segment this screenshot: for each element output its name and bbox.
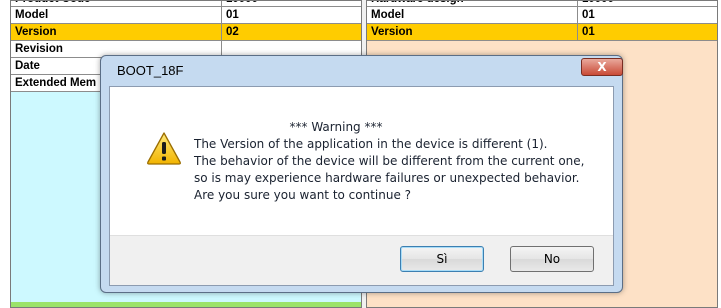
status-strip xyxy=(11,302,361,307)
message-line: so is may experience hardware failures o… xyxy=(194,171,580,185)
row-label: Model xyxy=(15,9,49,21)
row-value: 01 xyxy=(582,26,595,38)
warning-icon xyxy=(147,132,181,165)
warning-dialog: BOOT_18F X *** Warning *** The Version o… xyxy=(100,55,623,293)
column-divider xyxy=(221,1,222,6)
row-label: Date xyxy=(15,60,40,72)
row-label: Version xyxy=(15,26,57,38)
column-divider xyxy=(577,24,578,40)
button-bar: Sì No xyxy=(110,235,613,285)
column-divider xyxy=(221,7,222,23)
row-label: Hardware design xyxy=(371,1,464,6)
message-line: Are you sure you want to continue ? xyxy=(194,188,412,202)
row-value: 01 xyxy=(226,9,239,21)
row-label: Revision xyxy=(15,43,63,55)
row-label: Version xyxy=(371,26,413,38)
column-divider xyxy=(221,24,222,40)
row-label: Extended Mem xyxy=(15,77,97,89)
row-label: Product Code xyxy=(15,1,90,6)
message-header: *** Warning *** xyxy=(289,120,383,134)
table-row: Model 01 xyxy=(11,7,361,24)
row-value: 10000 xyxy=(582,1,614,6)
column-divider xyxy=(577,7,578,23)
row-value: 01 xyxy=(582,9,595,21)
column-divider xyxy=(577,1,578,6)
table-row: Version 02 xyxy=(11,24,361,41)
right-info-table: Hardware design 10000 Model 01 Version 01 xyxy=(367,1,717,41)
close-icon: X xyxy=(597,60,607,74)
table-row: Version 01 xyxy=(367,24,717,41)
dialog-title: BOOT_18F xyxy=(117,63,184,78)
yes-button[interactable]: Sì xyxy=(400,246,484,272)
row-value: 10000 xyxy=(226,1,258,6)
warning-message: *** Warning *** The Version of the appli… xyxy=(194,119,584,204)
table-row: Model 01 xyxy=(367,7,717,24)
dialog-body: *** Warning *** The Version of the appli… xyxy=(109,86,614,286)
row-label: Model xyxy=(371,9,405,21)
message-line: The behavior of the device will be diffe… xyxy=(194,154,585,168)
no-button[interactable]: No xyxy=(510,246,594,272)
message-line: The Version of the application in the de… xyxy=(194,137,548,151)
row-value: 02 xyxy=(226,26,239,38)
message-area: *** Warning *** The Version of the appli… xyxy=(110,87,613,235)
close-button[interactable]: X xyxy=(581,58,623,76)
